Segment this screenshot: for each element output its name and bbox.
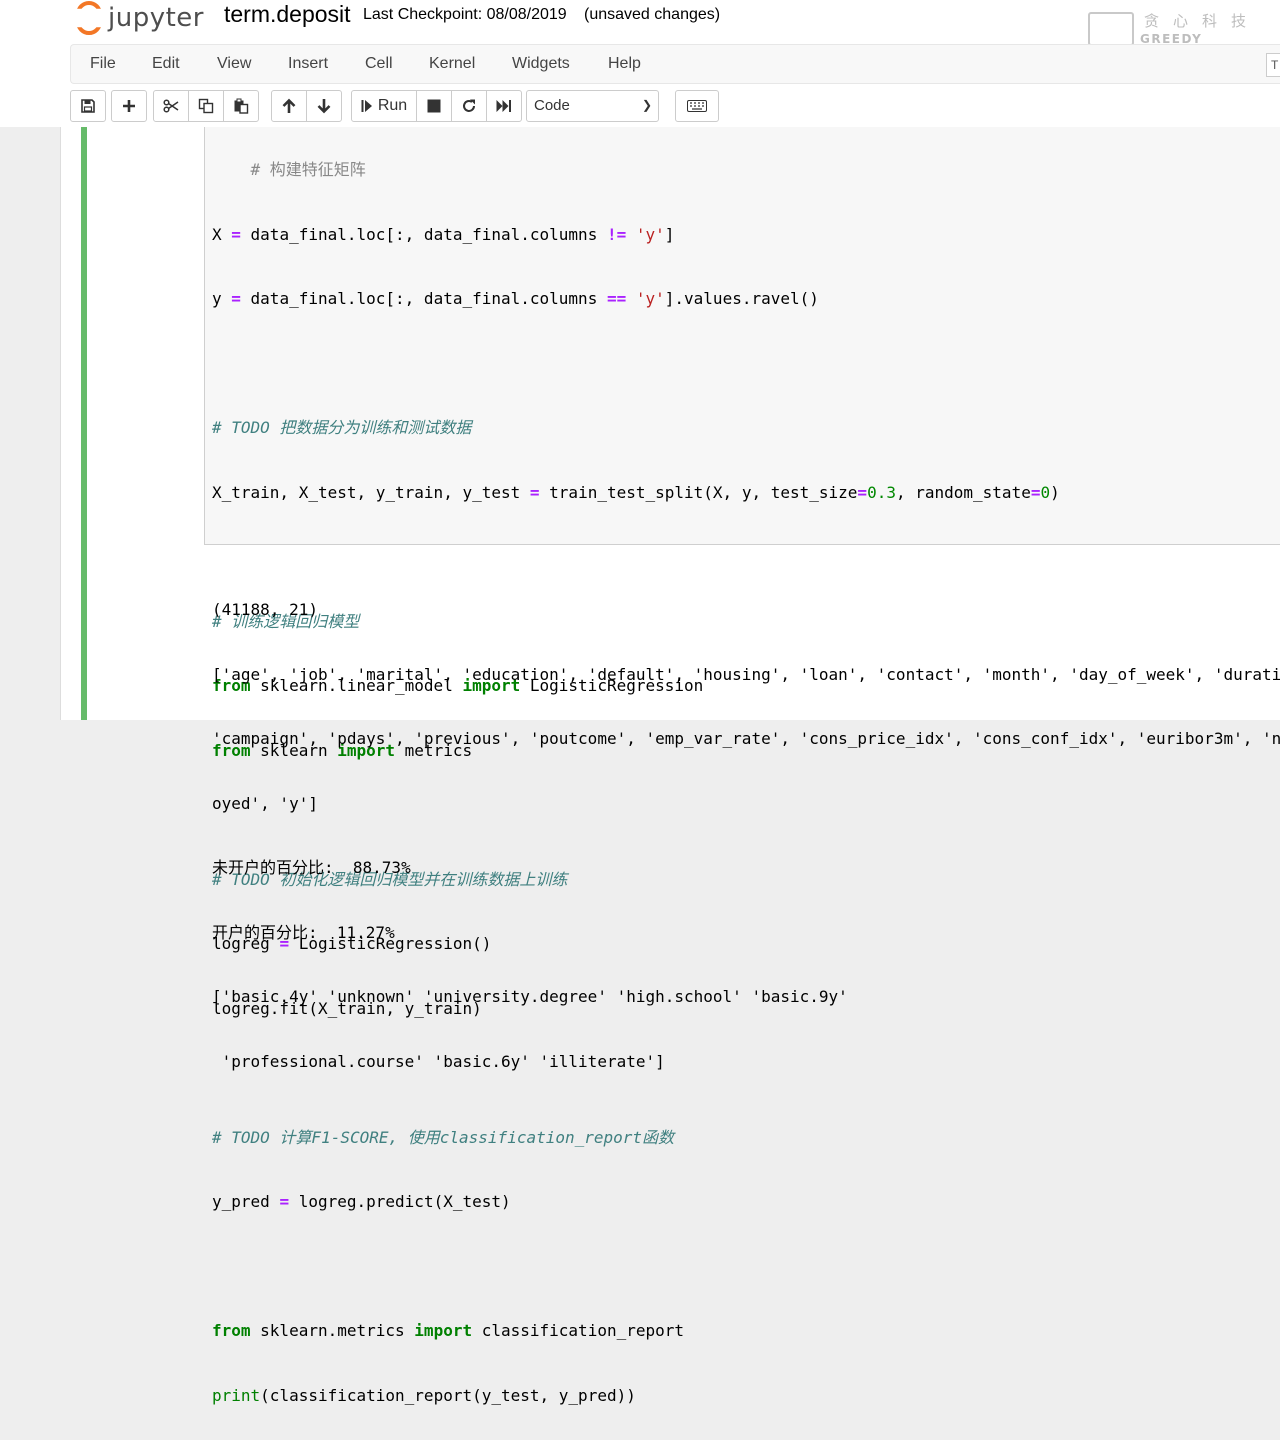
refresh-icon [463, 99, 475, 112]
watermark-logo-icon [1088, 12, 1134, 46]
step-forward-icon [361, 100, 372, 112]
autosave-status: (unsaved changes) [584, 6, 721, 23]
output-line: ['age', 'job', 'marital', 'education', '… [212, 664, 1280, 684]
save-button[interactable] [70, 90, 106, 122]
menu-widgets[interactable]: Widgets [512, 55, 570, 73]
code-comment: # TODO 计算F1-SCORE, 使用classification_repo… [212, 1127, 675, 1147]
last-checkpoint: Last Checkpoint: 08/08/2019 [363, 6, 567, 23]
save-group [70, 90, 106, 122]
cut-button[interactable] [153, 90, 189, 122]
cell-output: (41188, 21) ['age', 'job', 'marital', 'e… [212, 556, 1280, 1115]
run-button-label: Run [377, 97, 408, 114]
output-line: 开户的百分比: 11.27% [212, 922, 395, 942]
kernel-indicator[interactable]: T [1266, 53, 1280, 77]
watermark-cn-text: 贪心科技 [1144, 12, 1261, 30]
code-line: y = data_final.loc[:, data_final.columns… [212, 289, 819, 308]
copy-icon [198, 98, 214, 114]
code-line-partial: # 构建特征矩阵 [212, 160, 366, 179]
code-line: from sklearn.metrics import classificati… [212, 1321, 685, 1340]
jupyter-logo[interactable]: jupyter [76, 0, 204, 36]
menu-kernel[interactable]: Kernel [429, 55, 475, 73]
output-line: ['basic.4y' 'unknown' 'university.degree… [212, 987, 848, 1006]
output-line: 未开户的百分比: 88.73% [212, 858, 411, 877]
code-line: y_pred = logreg.predict(X_test) [212, 1192, 511, 1211]
arrow-up-icon [282, 98, 296, 113]
notebook-container: # 构建特征矩阵 X = data_final.loc[:, data_fina… [60, 127, 1280, 1405]
menu-file[interactable]: File [90, 55, 116, 73]
paste-icon [234, 98, 249, 114]
output-line: (41188, 21) [212, 600, 318, 619]
menu-view[interactable]: View [217, 55, 251, 73]
stop-icon [427, 99, 441, 113]
jupyter-logo-icon [76, 1, 102, 35]
scissors-icon [163, 99, 179, 113]
fast-forward-icon [496, 100, 511, 112]
menubar: File Edit View Insert Cell Kernel Widget… [70, 44, 1280, 84]
plus-icon [123, 100, 135, 112]
output-line: oyed', 'y'] [212, 793, 318, 813]
notebook-header: jupyter term.deposit Last Checkpoint: 08… [0, 0, 1280, 127]
code-line: X = data_final.loc[:, data_final.columns… [212, 224, 675, 244]
jupyter-logo-text: jupyter [108, 3, 204, 33]
menu-cell[interactable]: Cell [365, 55, 393, 73]
insert-group [111, 90, 147, 122]
output-line: 'professional.course' 'basic.6y' 'illite… [212, 1051, 665, 1071]
keyboard-icon [687, 100, 707, 112]
chevron-down-icon: ❯ [641, 98, 652, 112]
selected-cell-indicator [81, 127, 87, 720]
output-line: 'campaign', 'pdays', 'previous', 'poutco… [212, 729, 1280, 748]
menu-insert[interactable]: Insert [288, 55, 328, 73]
cell-type-value: Code [534, 97, 570, 114]
menu-edit[interactable]: Edit [152, 55, 180, 73]
code-line: print(classification_report(y_test, y_pr… [212, 1385, 636, 1405]
code-comment: # TODO 把数据分为训练和测试数据 [212, 418, 472, 437]
floppy-disk-icon [81, 99, 95, 113]
watermark: 贪心科技 GREEDY TECHNOLOGY [1088, 8, 1273, 60]
insert-cell-button[interactable] [111, 90, 147, 122]
arrow-down-icon [317, 99, 331, 114]
code-line: X_train, X_test, y_train, y_test = train… [212, 482, 1060, 502]
notebook-name[interactable]: term.deposit [224, 1, 351, 28]
menu-help[interactable]: Help [608, 55, 641, 73]
